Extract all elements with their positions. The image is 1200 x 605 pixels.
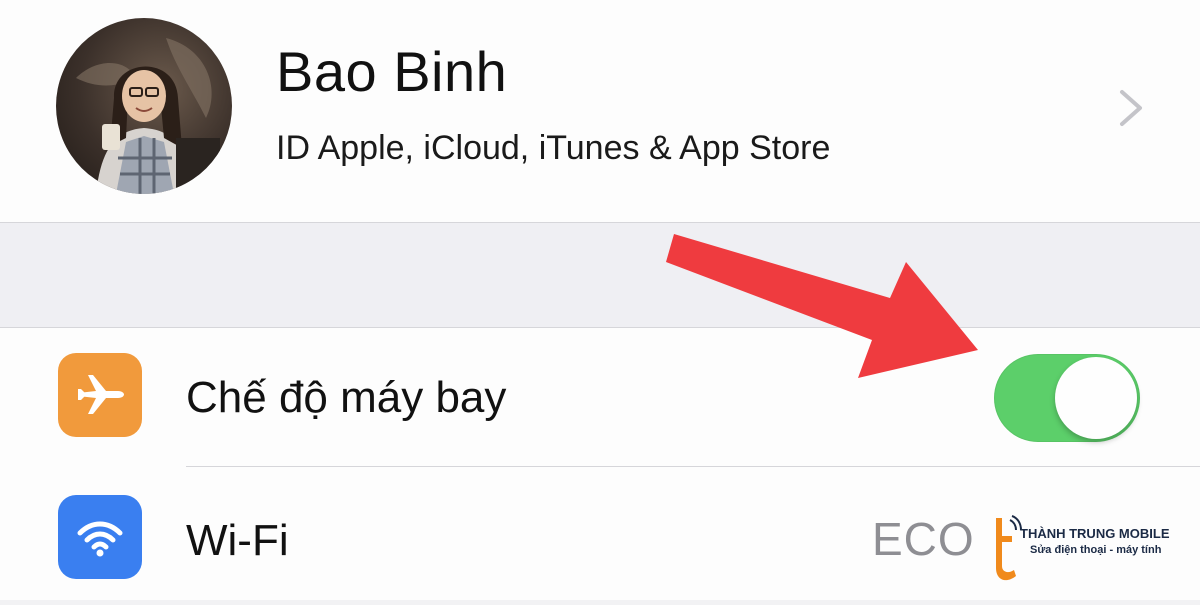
apple-id-profile-row[interactable]: Bao Binh ID Apple, iCloud, iTunes & App … <box>0 0 1200 223</box>
section-gap <box>0 223 1200 328</box>
chevron-right-icon <box>1120 90 1142 126</box>
wifi-network-value: ECO <box>872 513 975 565</box>
airplane-mode-label: Chế độ máy bay <box>186 373 507 422</box>
thanh-trung-logo-icon <box>996 515 1022 581</box>
watermark-title: THÀNH TRUNG MOBILE <box>1020 526 1170 541</box>
profile-name: Bao Binh <box>276 40 508 103</box>
watermark-subtitle: Sửa điện thoại - máy tính <box>1030 544 1162 556</box>
wifi-icon <box>58 495 142 579</box>
avatar <box>56 18 232 194</box>
watermark: THÀNH TRUNG MOBILE Sửa điện thoại - máy … <box>982 510 1192 586</box>
wifi-label: Wi-Fi <box>186 516 289 565</box>
toggle-knob <box>1055 357 1137 439</box>
airplane-mode-toggle[interactable] <box>994 354 1140 442</box>
profile-subtitle: ID Apple, iCloud, iTunes & App Store <box>276 129 831 167</box>
settings-row-airplane-mode[interactable]: Chế độ máy bay <box>0 328 1200 467</box>
airplane-icon <box>58 353 142 437</box>
